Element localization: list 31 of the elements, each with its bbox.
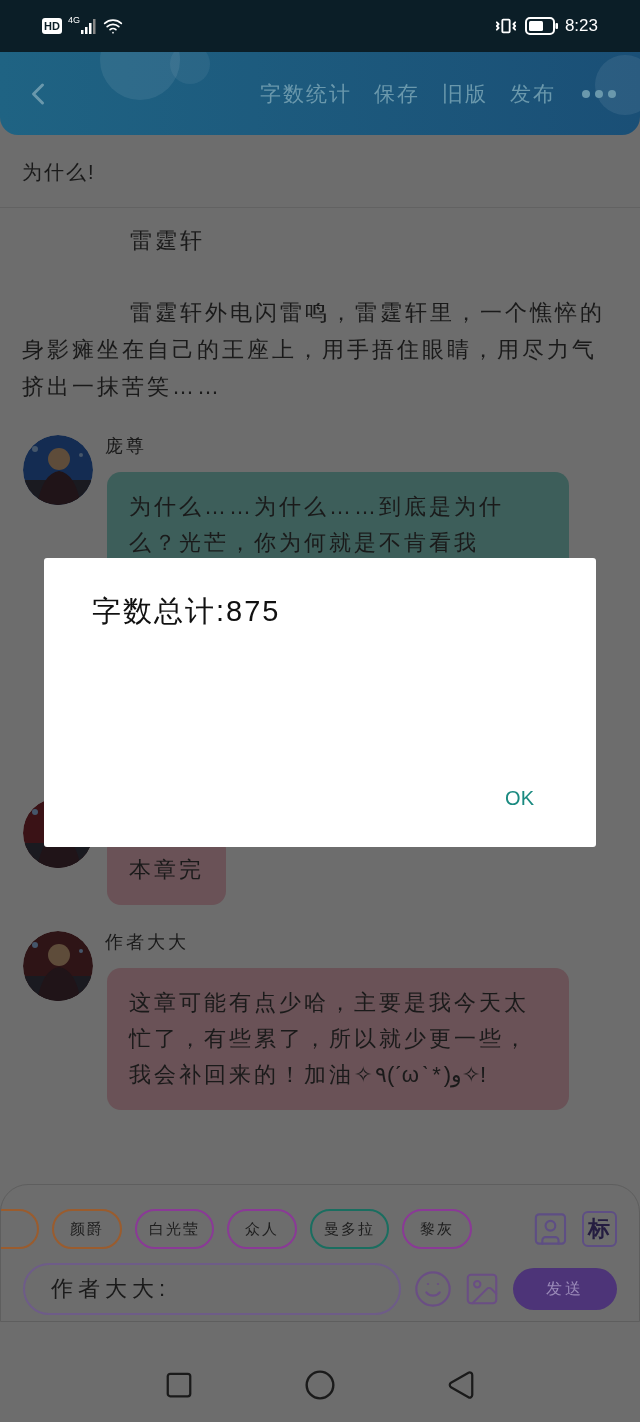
more-button[interactable] [582, 89, 616, 98]
header-action[interactable]: 旧版 [442, 77, 488, 110]
emoji-icon[interactable] [413, 1269, 453, 1309]
clock: 8:23 [564, 15, 598, 38]
battery-icon [524, 17, 559, 35]
network-label: 4G [67, 14, 80, 28]
article-paragraph: 雷霆轩 [129, 227, 206, 255]
header-action[interactable]: 字数统计 [260, 77, 352, 110]
character-chip[interactable]: 曼多拉 [310, 1209, 389, 1249]
sender-name: 庞尊 [105, 435, 148, 458]
send-button[interactable]: 发送 [513, 1268, 617, 1310]
header-action[interactable]: 保存 [374, 77, 420, 110]
character-chip[interactable]: 颜爵 [52, 1209, 122, 1249]
article-paragraph: 雷霆轩外电闪雷鸣，雷霆轩里，一个憔悴的身影瘫坐在自己的王座上，用手捂住眼睛，用尽力气挤出一抹苦笑…… [22, 299, 606, 401]
back-nav-button[interactable] [446, 1370, 476, 1400]
character-chip[interactable]: 黎灰 [402, 1209, 472, 1249]
bubble-drawing [595, 54, 640, 116]
sender-name: 作者大大 [105, 931, 190, 954]
ok-button[interactable]: OK [505, 783, 534, 813]
message-input[interactable]: 作者大大: [23, 1263, 401, 1315]
chapter-title: 为什么! [21, 160, 97, 185]
character-chip[interactable]: 众人 [227, 1209, 297, 1249]
recents-button[interactable] [164, 1370, 194, 1400]
character-chip[interactable]: 白光莹 [135, 1209, 214, 1249]
signal-icon [80, 18, 97, 34]
hd-badge: HD [42, 18, 62, 34]
header-action[interactable]: 发布 [510, 77, 556, 110]
home-button[interactable] [304, 1369, 336, 1401]
wifi-icon [102, 16, 123, 36]
message-bubble: 这章可能有点少哈，主要是我今天太忙了，有些累了，所以就少更一些，我会补回来的！加油✧٩(ˊωˋ*)و✧! [107, 968, 569, 1110]
mark-button[interactable]: 标 [581, 1211, 617, 1247]
